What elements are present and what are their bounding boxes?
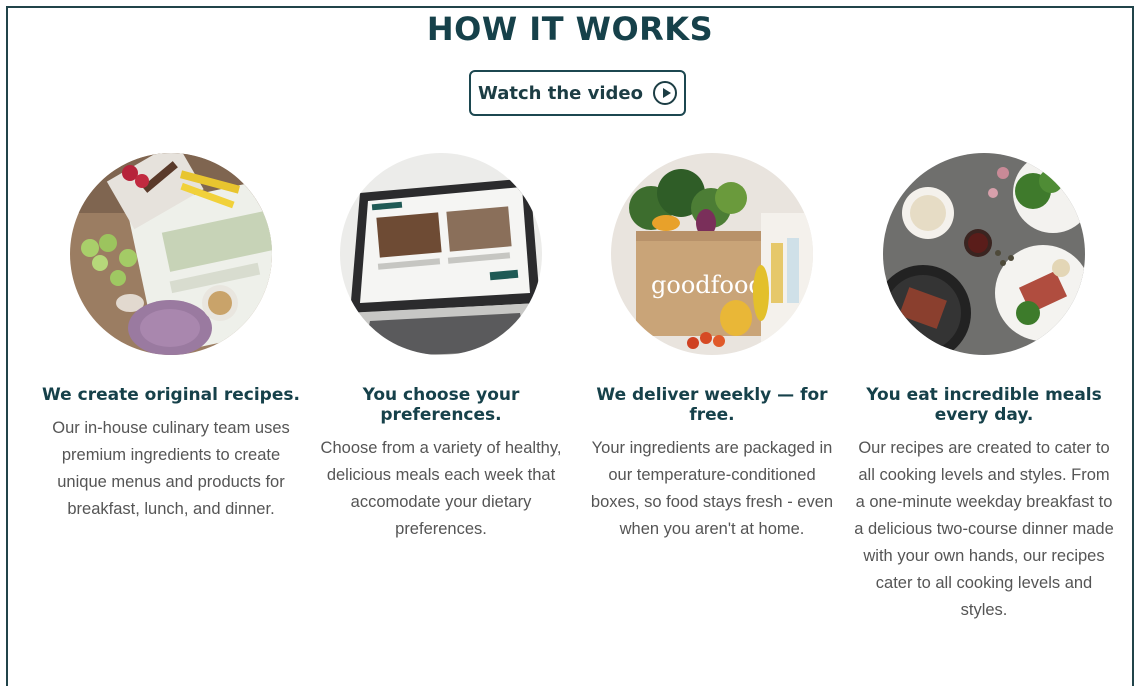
watch-video-button[interactable]: Watch the video bbox=[469, 70, 686, 116]
step-choose-preferences: You choose your preferences. Choose from… bbox=[311, 153, 571, 543]
recipe-prep-image bbox=[70, 153, 272, 355]
step-title: We deliver weekly — for free. bbox=[596, 385, 828, 425]
step-title: We create original recipes. bbox=[42, 385, 300, 405]
step-title: You choose your preferences. bbox=[362, 385, 520, 425]
step-title: You eat incredible meals every day. bbox=[866, 385, 1102, 425]
step-description: Our in-house culinary team uses premium … bbox=[52, 419, 290, 518]
watch-video-label: Watch the video bbox=[478, 82, 643, 104]
step-description: Our recipes are created to cater to all … bbox=[854, 439, 1114, 619]
step-eat-meals: You eat incredible meals every day. Our … bbox=[854, 153, 1114, 624]
play-circle-icon bbox=[652, 81, 677, 105]
page-title: HOW IT WORKS bbox=[426, 10, 714, 48]
plated-meals-image bbox=[883, 153, 1085, 355]
delivery-box-image: goodfood bbox=[611, 153, 813, 355]
step-description: Your ingredients are packaged in our tem… bbox=[590, 439, 834, 538]
step-deliver-weekly: goodfood We deliver weekly — for free. Y… bbox=[582, 153, 842, 543]
step-create-recipes: We create original recipes. Our in-house… bbox=[41, 153, 301, 523]
step-description: Choose from a variety of healthy, delici… bbox=[320, 439, 562, 538]
goodfood-box-logo: goodfood bbox=[651, 271, 764, 299]
laptop-menu-image bbox=[340, 153, 542, 355]
